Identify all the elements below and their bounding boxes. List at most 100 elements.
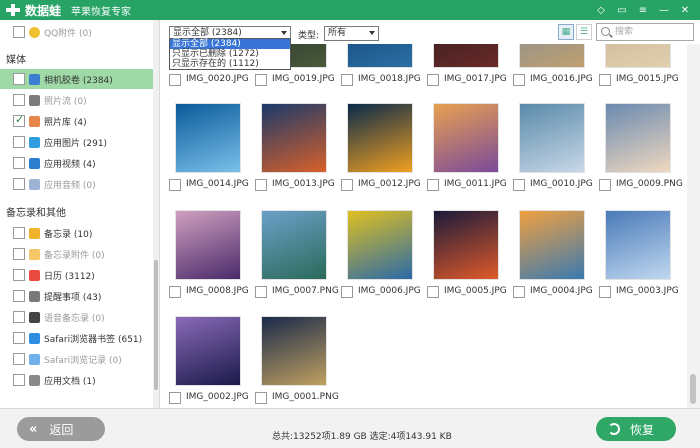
checkbox[interactable] — [341, 286, 353, 298]
sidebar-item[interactable]: 提醒事项 (43) — [0, 286, 153, 306]
photo-thumbnail[interactable] — [261, 316, 327, 386]
photo-thumbnail[interactable] — [261, 103, 327, 173]
photo-thumbnail[interactable] — [519, 103, 585, 173]
message-icon[interactable]: ▭ — [615, 3, 629, 17]
photo-tile[interactable]: IMG_0016.JPG — [511, 44, 597, 94]
checkbox[interactable] — [599, 286, 611, 298]
photo-tile[interactable]: IMG_0012.JPG — [339, 103, 425, 199]
photo-thumbnail[interactable] — [605, 44, 671, 68]
photo-thumbnail[interactable] — [605, 210, 671, 280]
sidebar-item[interactable]: 应用视频 (4) — [0, 153, 153, 173]
photo-tile[interactable]: IMG_0009.PNG — [597, 103, 683, 199]
photo-tile[interactable]: IMG_0018.JPG — [339, 44, 425, 94]
checkbox[interactable] — [341, 74, 353, 86]
sidebar-item[interactable]: 语音备忘录 (0) — [0, 307, 153, 327]
scrollbar-thumb[interactable] — [154, 260, 158, 390]
type-select[interactable]: 所有 — [324, 26, 379, 41]
checkbox[interactable] — [427, 286, 439, 298]
photo-thumbnail[interactable] — [175, 316, 241, 386]
photo-tile[interactable]: IMG_0006.JPG — [339, 210, 425, 306]
checkbox[interactable] — [13, 311, 25, 323]
checkbox[interactable] — [599, 74, 611, 86]
photo-tile[interactable]: IMG_0007.PNG — [253, 210, 339, 306]
checkbox[interactable] — [13, 26, 25, 38]
photo-thumbnail[interactable] — [261, 210, 327, 280]
checkbox[interactable] — [13, 157, 25, 169]
filter-option-deleted[interactable]: 只显示已删除 (1272) — [170, 49, 290, 59]
checkbox[interactable] — [513, 286, 525, 298]
scrollbar-thumb[interactable] — [690, 374, 696, 404]
checkbox[interactable] — [13, 113, 25, 127]
photo-thumbnail[interactable] — [347, 103, 413, 173]
checkbox[interactable] — [427, 179, 439, 191]
filter-option-existing[interactable]: 只显示存在的 (1112) — [170, 59, 290, 69]
sidebar-item[interactable]: 应用音频 (0) — [0, 174, 153, 194]
photo-thumbnail[interactable] — [519, 210, 585, 280]
sidebar-item[interactable]: 应用文档 (1) — [0, 370, 153, 390]
photo-tile[interactable]: IMG_0013.JPG — [253, 103, 339, 199]
photo-tile[interactable]: IMG_0015.JPG — [597, 44, 683, 94]
photo-thumbnail[interactable] — [433, 103, 499, 173]
filter-option-all[interactable]: 显示全部 (2384) — [170, 39, 290, 49]
sidebar-item[interactable]: 照片流 (0) — [0, 90, 153, 110]
checkbox[interactable] — [427, 74, 439, 86]
search-input[interactable]: 搜索 — [596, 23, 694, 41]
photo-tile[interactable]: IMG_0004.JPG — [511, 210, 597, 306]
grid-scrollbar[interactable] — [687, 44, 700, 408]
photo-tile[interactable]: IMG_0008.JPG — [167, 210, 253, 306]
photo-tile[interactable]: IMG_0002.JPG — [167, 316, 253, 408]
checkbox[interactable] — [169, 392, 181, 404]
checkbox[interactable] — [513, 179, 525, 191]
close-icon[interactable]: ✕ — [678, 3, 692, 17]
back-button[interactable]: « 返回 — [17, 417, 105, 441]
sidebar-item[interactable]: 备忘录 (10) — [0, 223, 153, 243]
checkbox[interactable] — [513, 74, 525, 86]
checkbox[interactable] — [13, 227, 25, 239]
checkbox[interactable] — [13, 73, 25, 85]
checkbox[interactable] — [13, 178, 25, 190]
photo-thumbnail[interactable] — [347, 44, 413, 68]
photo-thumbnail[interactable] — [433, 44, 499, 68]
sidebar-item[interactable]: Safari浏览器书签 (651) — [0, 328, 153, 348]
photo-thumbnail[interactable] — [519, 44, 585, 68]
photo-tile[interactable]: IMG_0017.JPG — [425, 44, 511, 94]
photo-tile[interactable]: IMG_0003.JPG — [597, 210, 683, 306]
checkbox[interactable] — [255, 179, 267, 191]
photo-tile[interactable]: IMG_0014.JPG — [167, 103, 253, 199]
sidebar-item[interactable]: 备忘录附件 (0) — [0, 244, 153, 264]
minimize-icon[interactable]: — — [657, 3, 671, 17]
checkbox[interactable] — [13, 353, 25, 365]
photo-thumbnail[interactable] — [175, 210, 241, 280]
list-view-icon[interactable]: ☰ — [576, 24, 592, 40]
sidebar-item[interactable]: 应用图片 (291) — [0, 132, 153, 152]
sidebar-item[interactable]: Safari浏览记录 (0) — [0, 349, 153, 369]
checkbox[interactable] — [13, 269, 25, 281]
checkbox[interactable] — [13, 94, 25, 106]
photo-thumbnail[interactable] — [433, 210, 499, 280]
checkbox[interactable] — [13, 248, 25, 260]
photo-tile[interactable]: IMG_0001.PNG — [253, 316, 339, 408]
sidebar-scrollbar[interactable] — [153, 20, 159, 408]
checkbox[interactable] — [169, 286, 181, 298]
checkbox[interactable] — [13, 374, 25, 386]
grid-view-icon[interactable]: ▦ — [558, 24, 574, 40]
photo-thumbnail[interactable] — [175, 103, 241, 173]
checkbox[interactable] — [169, 179, 181, 191]
sidebar-item-qq-attachments[interactable]: QQ附件 (0) — [0, 22, 153, 42]
checkbox[interactable] — [255, 392, 267, 404]
photo-thumbnail[interactable] — [605, 103, 671, 173]
photo-tile[interactable]: IMG_0011.JPG — [425, 103, 511, 199]
checkbox[interactable] — [13, 136, 25, 148]
checkbox[interactable] — [341, 179, 353, 191]
checkbox[interactable] — [169, 74, 181, 86]
sidebar-item[interactable]: 相机胶卷 (2384) — [0, 69, 153, 89]
recover-button[interactable]: 恢复 — [596, 417, 676, 441]
checkbox[interactable] — [255, 286, 267, 298]
menu-icon[interactable]: ≡ — [636, 3, 650, 17]
checkbox[interactable] — [599, 179, 611, 191]
checkbox[interactable] — [13, 290, 25, 302]
checkbox[interactable] — [13, 332, 25, 344]
photo-tile[interactable]: IMG_0010.JPG — [511, 103, 597, 199]
sidebar-item[interactable]: 照片库 (4) — [0, 111, 153, 131]
photo-tile[interactable]: IMG_0005.JPG — [425, 210, 511, 306]
